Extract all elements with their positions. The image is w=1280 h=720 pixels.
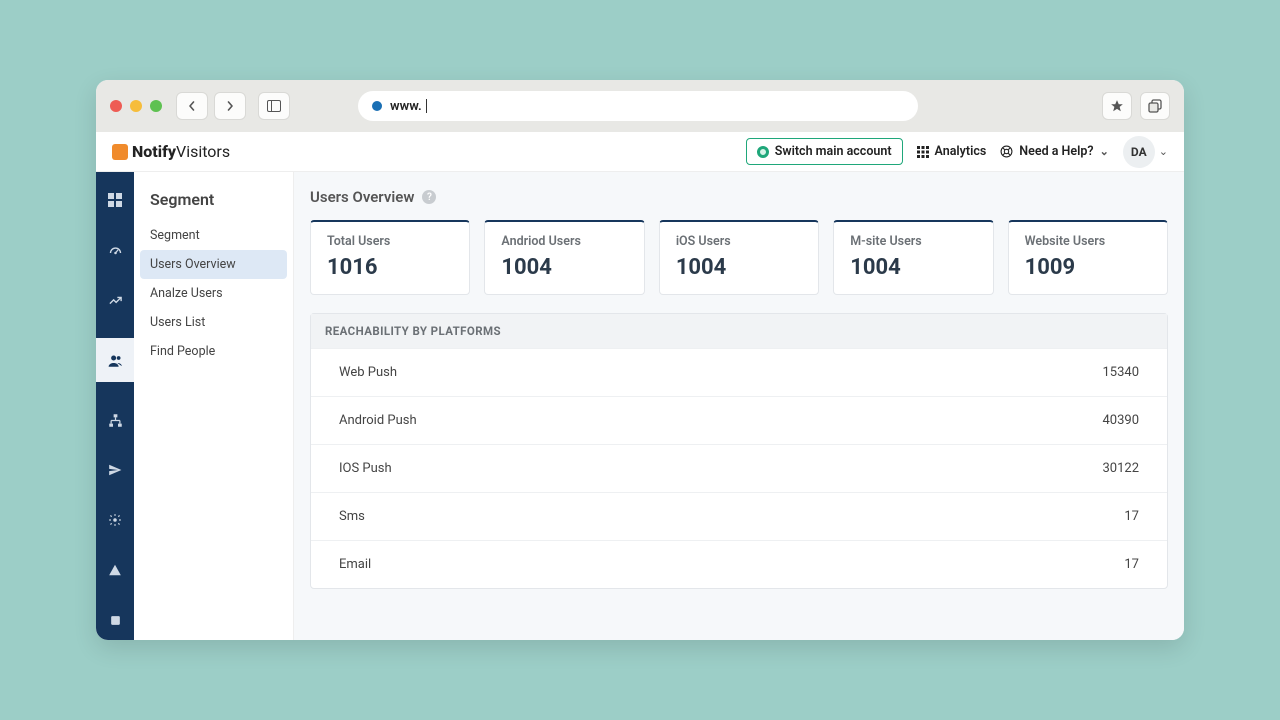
reachability-card: REACHABILITY BY PLATFORMS Web Push 15340… (310, 313, 1168, 589)
reach-value: 17 (1124, 557, 1139, 572)
app-header: NotifyVisitors Switch main account Analy… (96, 132, 1184, 172)
bookmark-button[interactable] (1102, 92, 1132, 120)
sidebar-item-analyze-users[interactable]: Analze Users (134, 279, 293, 308)
rail-send-icon[interactable] (96, 458, 134, 482)
stat-label: Total Users (327, 234, 453, 249)
stat-value: 1016 (327, 255, 453, 280)
stat-card-total-users: Total Users 1016 (310, 220, 470, 295)
help-link[interactable]: Need a Help? ⌄ (1000, 144, 1109, 159)
reachability-header: REACHABILITY BY PLATFORMS (311, 314, 1167, 348)
rail-chart-icon[interactable] (96, 288, 134, 312)
grid-icon (917, 146, 929, 158)
help-icon[interactable]: ? (422, 190, 436, 204)
nav-forward-button[interactable] (214, 92, 246, 120)
url-text: www. (390, 99, 422, 114)
avatar-initials: DA (1131, 145, 1147, 159)
rail-dashboard-icon[interactable] (96, 188, 134, 212)
stat-label: M-site Users (850, 234, 976, 249)
stat-card-msite-users: M-site Users 1004 (833, 220, 993, 295)
analytics-link[interactable]: Analytics (917, 144, 987, 159)
sidebar-item-label: Users Overview (150, 257, 236, 272)
sidebar-item-users-overview[interactable]: Users Overview (140, 250, 287, 279)
sidebar-item-label: Find People (150, 344, 215, 359)
stat-value: 1009 (1025, 255, 1151, 280)
app-body: Segment Segment Users Overview Analze Us… (96, 172, 1184, 640)
copy-window-button[interactable] (1140, 92, 1170, 120)
reach-name: Email (339, 557, 371, 572)
reach-value: 30122 (1102, 461, 1139, 476)
chevron-down-icon: ⌄ (1100, 145, 1109, 158)
rail-users-icon[interactable] (96, 338, 134, 382)
stat-card-android-users: Andriod Users 1004 (484, 220, 644, 295)
rail-alert-icon[interactable] (96, 558, 134, 582)
chevron-down-icon[interactable]: ⌄ (1159, 145, 1168, 158)
browser-window: www. NotifyVisitors Switch main account (96, 80, 1184, 640)
reach-value: 15340 (1102, 365, 1139, 380)
window-minimize-icon[interactable] (130, 100, 142, 112)
browser-chrome: www. (96, 80, 1184, 132)
lifebuoy-icon (1000, 145, 1013, 158)
switch-account-button[interactable]: Switch main account (746, 138, 903, 165)
text-cursor (426, 99, 427, 113)
window-close-icon[interactable] (110, 100, 122, 112)
reach-name: Sms (339, 509, 365, 524)
sidebar-toggle-button[interactable] (258, 92, 290, 120)
help-label: Need a Help? (1019, 144, 1093, 159)
stat-label: Website Users (1025, 234, 1151, 249)
reach-row-sms: Sms 17 (311, 492, 1167, 540)
page-title: Users Overview ? (310, 188, 1168, 206)
nav-rail (96, 172, 134, 640)
side-panel: Segment Segment Users Overview Analze Us… (134, 172, 294, 640)
window-maximize-icon[interactable] (150, 100, 162, 112)
sidebar-item-label: Users List (150, 315, 205, 330)
rail-settings-icon[interactable] (96, 508, 134, 532)
stat-card-website-users: Website Users 1009 (1008, 220, 1168, 295)
reach-value: 40390 (1102, 413, 1139, 428)
switch-account-label: Switch main account (775, 144, 892, 159)
rail-sitemap-icon[interactable] (96, 408, 134, 432)
reach-row-webpush: Web Push 15340 (311, 348, 1167, 396)
stat-value: 1004 (850, 255, 976, 280)
sidebar-item-segment[interactable]: Segment (134, 221, 293, 250)
stat-card-ios-users: iOS Users 1004 (659, 220, 819, 295)
stat-value: 1004 (501, 255, 627, 280)
nav-back-button[interactable] (176, 92, 208, 120)
target-icon (757, 146, 769, 158)
reach-row-androidpush: Android Push 40390 (311, 396, 1167, 444)
reach-name: IOS Push (339, 461, 392, 476)
sidebar-item-label: Segment (150, 228, 200, 243)
logo[interactable]: NotifyVisitors (112, 142, 230, 161)
reach-value: 17 (1124, 509, 1139, 524)
sidebar-item-users-list[interactable]: Users List (134, 308, 293, 337)
reach-name: Web Push (339, 365, 397, 380)
avatar[interactable]: DA (1123, 136, 1155, 168)
reach-row-iospush: IOS Push 30122 (311, 444, 1167, 492)
rail-archive-icon[interactable] (96, 608, 134, 632)
rail-gauge-icon[interactable] (96, 238, 134, 262)
traffic-lights (110, 100, 162, 112)
stats-cards-row: Total Users 1016 Andriod Users 1004 iOS … (310, 220, 1168, 295)
stat-label: iOS Users (676, 234, 802, 249)
page-title-text: Users Overview (310, 188, 414, 206)
side-panel-title: Segment (134, 186, 293, 221)
sidebar-item-find-people[interactable]: Find People (134, 337, 293, 366)
analytics-label: Analytics (935, 144, 987, 159)
sidebar-item-label: Analze Users (150, 286, 223, 301)
reach-name: Android Push (339, 413, 417, 428)
stat-value: 1004 (676, 255, 802, 280)
logo-text-bold: Notify (132, 142, 176, 161)
logo-mark-icon (112, 144, 128, 160)
reach-row-email: Email 17 (311, 540, 1167, 588)
stat-label: Andriod Users (501, 234, 627, 249)
site-identity-icon (372, 101, 382, 111)
main-content: Users Overview ? Total Users 1016 Andrio… (294, 172, 1184, 640)
url-bar[interactable]: www. (358, 91, 918, 121)
logo-text-rest: Visitors (176, 142, 230, 161)
